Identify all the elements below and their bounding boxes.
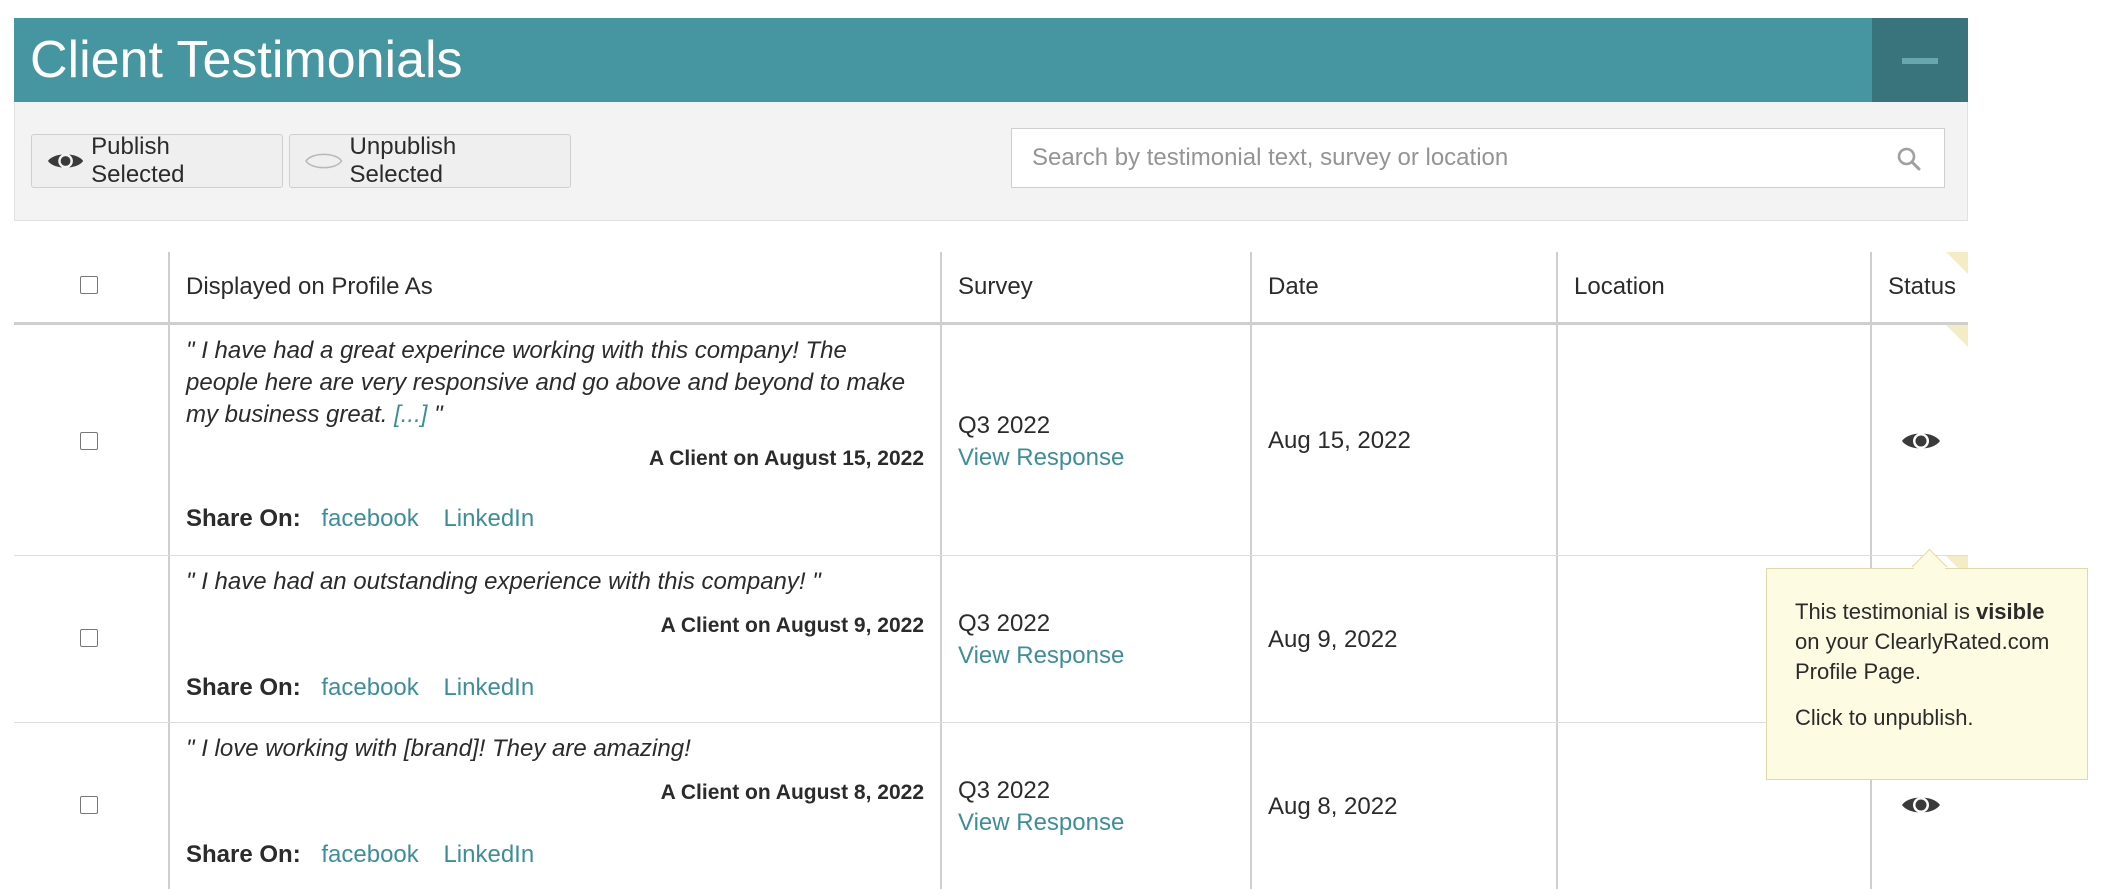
header-date-label: Date [1268, 273, 1319, 300]
testimonial-quote: " I have had an outstanding experience w… [186, 568, 821, 595]
table-header-row: Displayed on Profile As Survey Date Loca… [14, 252, 1968, 325]
location-cell [1556, 325, 1870, 555]
panel-header: Client Testimonials [14, 18, 1968, 102]
header-survey-label: Survey [958, 273, 1033, 300]
share-facebook-link[interactable]: facebook [321, 841, 418, 868]
share-row: Share On: facebook LinkedIn [186, 674, 552, 702]
status-corner-marker [1946, 325, 1968, 347]
sort-corner-marker [1946, 252, 1968, 274]
date-cell: Aug 8, 2022 [1250, 723, 1556, 889]
row-checkbox[interactable] [80, 432, 98, 450]
date-cell: Aug 15, 2022 [1250, 325, 1556, 555]
status-cell [1870, 325, 1968, 555]
row-check-cell [14, 556, 168, 722]
testimonials-panel: Client Testimonials Publish Selected Unp… [14, 18, 1968, 221]
quote-end: " [427, 401, 443, 428]
panel-title: Client Testimonials [30, 31, 463, 89]
status-tooltip: This testimonial is visible on your Clea… [1766, 548, 2088, 780]
share-row: Share On: facebook LinkedIn [186, 505, 552, 533]
view-response-link[interactable]: View Response [958, 809, 1124, 837]
header-check-cell [14, 252, 168, 322]
survey-name: Q3 2022 [958, 610, 1051, 637]
header-displayed[interactable]: Displayed on Profile As [168, 252, 940, 322]
testimonial-quote: " I love working with [brand]! They are … [186, 735, 691, 762]
header-date[interactable]: Date [1250, 252, 1556, 322]
quote-text: " I have had a great experince working w… [186, 337, 906, 428]
table-row: " I love working with [brand]! They are … [14, 723, 1968, 889]
header-location[interactable]: Location [1556, 252, 1870, 322]
share-label: Share On: [186, 674, 301, 701]
date-value: Aug 8, 2022 [1268, 793, 1398, 820]
table-row: " I have had an outstanding experience w… [14, 556, 1968, 723]
header-survey[interactable]: Survey [940, 252, 1250, 322]
testimonial-quote: " I have had a great experince working w… [186, 335, 924, 431]
share-linkedin-link[interactable]: LinkedIn [443, 674, 534, 701]
search-icon[interactable] [1896, 146, 1922, 172]
share-linkedin-link[interactable]: LinkedIn [443, 505, 534, 532]
tooltip-hint: Click to unpublish. [1795, 705, 1974, 730]
tooltip-text-pre: This testimonial is [1795, 599, 1976, 624]
row-checkbox[interactable] [80, 796, 98, 814]
header-location-label: Location [1574, 273, 1665, 300]
publish-selected-button[interactable]: Publish Selected [31, 133, 283, 188]
row-check-cell [14, 325, 168, 555]
testimonial-byline: A Client on August 15, 2022 [649, 447, 924, 470]
date-value: Aug 15, 2022 [1268, 427, 1411, 454]
testimonial-cell: " I love working with [brand]! They are … [168, 723, 940, 889]
row-checkbox[interactable] [80, 629, 98, 647]
collapse-button[interactable] [1872, 18, 1968, 102]
eye-icon [47, 153, 84, 169]
testimonials-table: Displayed on Profile As Survey Date Loca… [14, 252, 1968, 889]
view-response-link[interactable]: View Response [958, 444, 1124, 472]
testimonial-cell: " I have had an outstanding experience w… [168, 556, 940, 722]
search-input[interactable] [1012, 129, 1872, 187]
survey-cell: Q3 2022 View Response [940, 325, 1250, 555]
eye-closed-icon [305, 153, 343, 169]
view-response-link[interactable]: View Response [958, 642, 1124, 670]
select-all-checkbox[interactable] [80, 276, 98, 294]
share-label: Share On: [186, 505, 301, 532]
testimonial-cell: " I have had a great experince working w… [168, 325, 940, 555]
row-check-cell [14, 723, 168, 889]
table-row: " I have had a great experince working w… [14, 325, 1968, 556]
toolbar: Publish Selected Unpublish Selected [14, 102, 1968, 221]
read-more-link[interactable]: [...] [394, 401, 427, 428]
tooltip-message: This testimonial is visible on your Clea… [1795, 597, 2059, 687]
search-box [1011, 128, 1945, 188]
publish-selected-label: Publish Selected [91, 133, 185, 188]
header-displayed-label: Displayed on Profile As [186, 273, 433, 300]
eye-icon[interactable] [1900, 427, 1942, 455]
survey-cell: Q3 2022 View Response [940, 723, 1250, 889]
date-cell: Aug 9, 2022 [1250, 556, 1556, 722]
date-value: Aug 9, 2022 [1268, 626, 1398, 653]
survey-name: Q3 2022 [958, 777, 1051, 804]
eye-icon[interactable] [1900, 791, 1942, 819]
share-label: Share On: [186, 841, 301, 868]
share-facebook-link[interactable]: facebook [321, 674, 418, 701]
share-row: Share On: facebook LinkedIn [186, 841, 552, 869]
unpublish-selected-label: Unpublish Selected [349, 133, 457, 188]
header-status[interactable]: Status [1870, 252, 1968, 322]
testimonial-byline: A Client on August 8, 2022 [660, 781, 924, 804]
share-facebook-link[interactable]: facebook [321, 505, 418, 532]
tooltip-text-bold: visible [1975, 599, 2045, 624]
minus-icon [1902, 58, 1938, 64]
tooltip-text-post: on your ClearlyRated.com Profile Page. [1795, 629, 2050, 684]
share-linkedin-link[interactable]: LinkedIn [443, 841, 534, 868]
survey-name: Q3 2022 [958, 412, 1051, 439]
unpublish-selected-button[interactable]: Unpublish Selected [289, 133, 571, 188]
testimonial-byline: A Client on August 9, 2022 [660, 614, 924, 637]
survey-cell: Q3 2022 View Response [940, 556, 1250, 722]
